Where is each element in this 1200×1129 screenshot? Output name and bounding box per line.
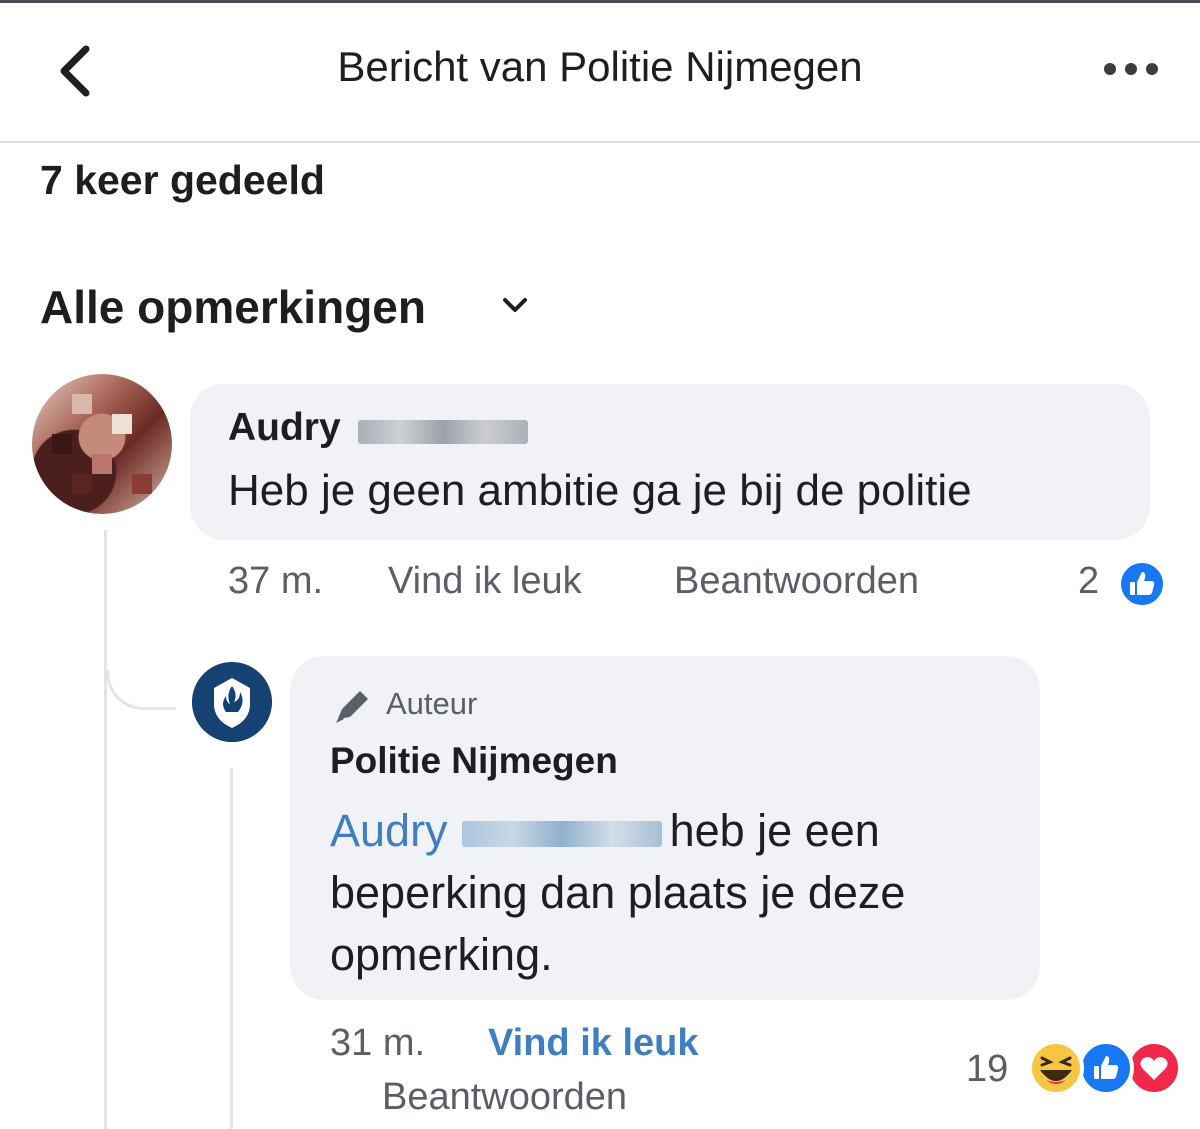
- mention-link[interactable]: Audry: [330, 805, 448, 856]
- reply-text-part: beperking dan plaats je deze: [330, 867, 906, 918]
- like-button[interactable]: Vind ik leuk: [388, 560, 582, 603]
- avatar[interactable]: [32, 374, 172, 514]
- top-bar: Bericht van Politie Nijmegen: [0, 3, 1200, 143]
- love-icon: [1126, 1040, 1182, 1096]
- reply-connector: [106, 670, 176, 710]
- comment-text: Heb je geen ambitie ga je bij de politie: [228, 466, 972, 515]
- reaction-count[interactable]: 19: [966, 1048, 1008, 1091]
- redacted-surname: [358, 420, 528, 444]
- author-badge: Auteur: [386, 686, 478, 721]
- like-icon: [1078, 1040, 1134, 1096]
- reply-button[interactable]: Beantwoorden: [674, 560, 919, 603]
- like-button[interactable]: Vind ik leuk: [488, 1022, 698, 1065]
- reply-text-part: opmerking.: [330, 929, 553, 980]
- page-title: Bericht van Politie Nijmegen: [337, 43, 863, 90]
- chevron-down-icon[interactable]: [500, 295, 530, 315]
- thread-line: [104, 530, 107, 1129]
- redacted-surname: [461, 821, 662, 848]
- reaction-icons[interactable]: [1024, 1038, 1184, 1098]
- comments-filter-label[interactable]: Alle opmerkingen: [40, 280, 426, 334]
- like-icon[interactable]: [1118, 560, 1166, 608]
- share-count[interactable]: 7 keer gedeeld: [40, 157, 325, 204]
- reply-time: 31 m.: [330, 1022, 426, 1064]
- reply-author[interactable]: Politie Nijmegen: [330, 740, 618, 782]
- reaction-count[interactable]: 2: [1078, 560, 1099, 603]
- comment-author[interactable]: Audry: [228, 406, 341, 450]
- police-logo-avatar[interactable]: [192, 662, 272, 742]
- reply-text-part: heb je een: [669, 805, 880, 856]
- reply-thread-line: [230, 768, 233, 1129]
- more-horizontal-icon[interactable]: [1100, 57, 1162, 81]
- haha-icon: [1028, 1040, 1084, 1096]
- pen-icon: [336, 691, 368, 723]
- reply-text: Audry heb je een beperking dan plaats je d…: [330, 800, 1020, 986]
- comment-time: 37 m.: [228, 560, 324, 602]
- reply-button[interactable]: Beantwoorden: [382, 1076, 627, 1119]
